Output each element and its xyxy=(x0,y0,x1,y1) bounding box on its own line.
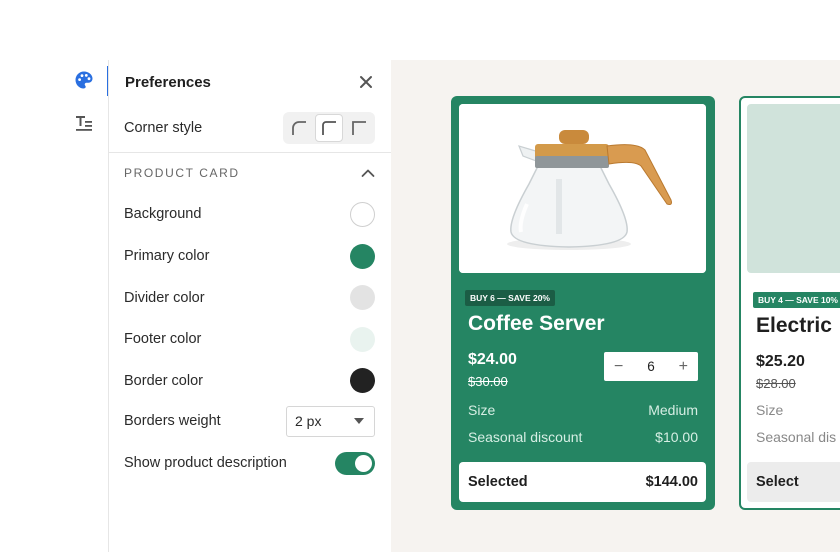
divider-color-swatch[interactable] xyxy=(350,285,375,310)
text-format-icon xyxy=(74,114,94,139)
border-color-swatch[interactable] xyxy=(350,368,375,393)
borders-weight-label: Borders weight xyxy=(124,413,221,429)
borders-weight-row: Borders weight 2 px xyxy=(109,401,391,441)
corner-style-row: Corner style xyxy=(109,104,391,152)
product-card[interactable]: BUY 4 — SAVE 10% Electric $25.20 $28.00 … xyxy=(739,96,840,510)
borders-weight-select[interactable]: 2 px xyxy=(286,405,375,437)
background-color-swatch[interactable] xyxy=(350,201,375,227)
rail-item-colors[interactable] xyxy=(60,60,109,104)
product-title: Electric xyxy=(756,314,832,337)
panel-title: Preferences xyxy=(125,73,211,91)
preview-canvas: BUY 6 — SAVE 20% Coffee Server $24.00 $3… xyxy=(391,60,840,552)
color-label: Divider color xyxy=(124,289,205,306)
discount-value: $10.00 xyxy=(655,429,698,445)
size-value: Medium xyxy=(648,402,698,418)
product-card-selected[interactable]: BUY 6 — SAVE 20% Coffee Server $24.00 $3… xyxy=(451,96,715,510)
toggle-knob xyxy=(355,454,372,472)
minus-icon[interactable]: − xyxy=(614,358,623,375)
footer-total: $144.00 xyxy=(645,474,698,490)
product-card-section-header[interactable]: PRODUCT CARD xyxy=(109,153,391,193)
corner-medium-option[interactable] xyxy=(315,114,343,142)
color-label: Primary color xyxy=(124,248,210,264)
footer-label: Selected xyxy=(468,474,528,490)
product-image xyxy=(747,104,840,273)
product-price: $24.00 xyxy=(468,351,517,368)
discount-label: Seasonal dis xyxy=(756,429,837,445)
corner-square-icon xyxy=(352,121,366,135)
color-row-divider: Divider color xyxy=(109,277,391,318)
close-icon xyxy=(360,76,372,88)
panel-header: Preferences xyxy=(109,60,391,104)
color-label: Background xyxy=(124,206,202,222)
corner-square-option[interactable] xyxy=(345,114,373,142)
discount-badge: BUY 6 — SAVE 20% xyxy=(465,290,555,306)
size-label: Size xyxy=(756,402,784,418)
footer-label: Select xyxy=(756,474,799,490)
quantity-stepper: − 6 + xyxy=(604,352,698,381)
product-image xyxy=(459,104,706,273)
coffee-server-image xyxy=(459,104,706,273)
show-description-label: Show product description xyxy=(124,455,287,471)
app-root: Preferences Corner style PRODUCT CARD Ba… xyxy=(0,0,840,552)
palette-icon xyxy=(74,70,94,95)
close-button[interactable] xyxy=(357,73,375,91)
primary-color-swatch[interactable] xyxy=(350,243,375,269)
show-description-toggle[interactable] xyxy=(335,451,375,475)
caret-down-icon xyxy=(354,418,364,424)
color-row-background: Background xyxy=(109,193,391,235)
corner-medium-icon xyxy=(322,121,336,135)
product-old-price: $30.00 xyxy=(468,374,508,389)
discount-badge: BUY 4 — SAVE 10% xyxy=(753,292,840,308)
product-price: $25.20 xyxy=(756,353,805,370)
footer-color-swatch[interactable] xyxy=(350,326,375,352)
show-description-row: Show product description xyxy=(109,441,391,485)
size-label: Size xyxy=(468,402,496,418)
corner-rounded-icon xyxy=(292,121,306,135)
color-row-border: Border color xyxy=(109,360,391,401)
color-label: Footer color xyxy=(124,331,202,347)
corner-style-selector xyxy=(283,112,375,144)
product-title: Coffee Server xyxy=(468,312,605,335)
card-footer[interactable]: Selected $144.00 xyxy=(459,462,706,502)
color-row-primary: Primary color xyxy=(109,235,391,277)
chevron-up-icon[interactable] xyxy=(361,168,375,178)
discount-label: Seasonal discount xyxy=(468,429,583,445)
plus-icon[interactable]: + xyxy=(679,358,688,375)
rail-item-typography[interactable] xyxy=(60,104,108,148)
borders-weight-value: 2 px xyxy=(295,413,322,429)
corner-style-label: Corner style xyxy=(124,120,203,136)
corner-rounded-option[interactable] xyxy=(285,114,313,142)
product-old-price: $28.00 xyxy=(756,376,796,391)
tool-rail xyxy=(60,60,109,552)
color-row-footer: Footer color xyxy=(109,318,391,360)
section-title: PRODUCT CARD xyxy=(124,166,240,180)
card-footer[interactable]: Select xyxy=(747,462,840,502)
color-label: Border color xyxy=(124,372,203,389)
preferences-panel: Preferences Corner style PRODUCT CARD Ba… xyxy=(109,60,391,552)
quantity-value[interactable]: 6 xyxy=(647,359,655,374)
